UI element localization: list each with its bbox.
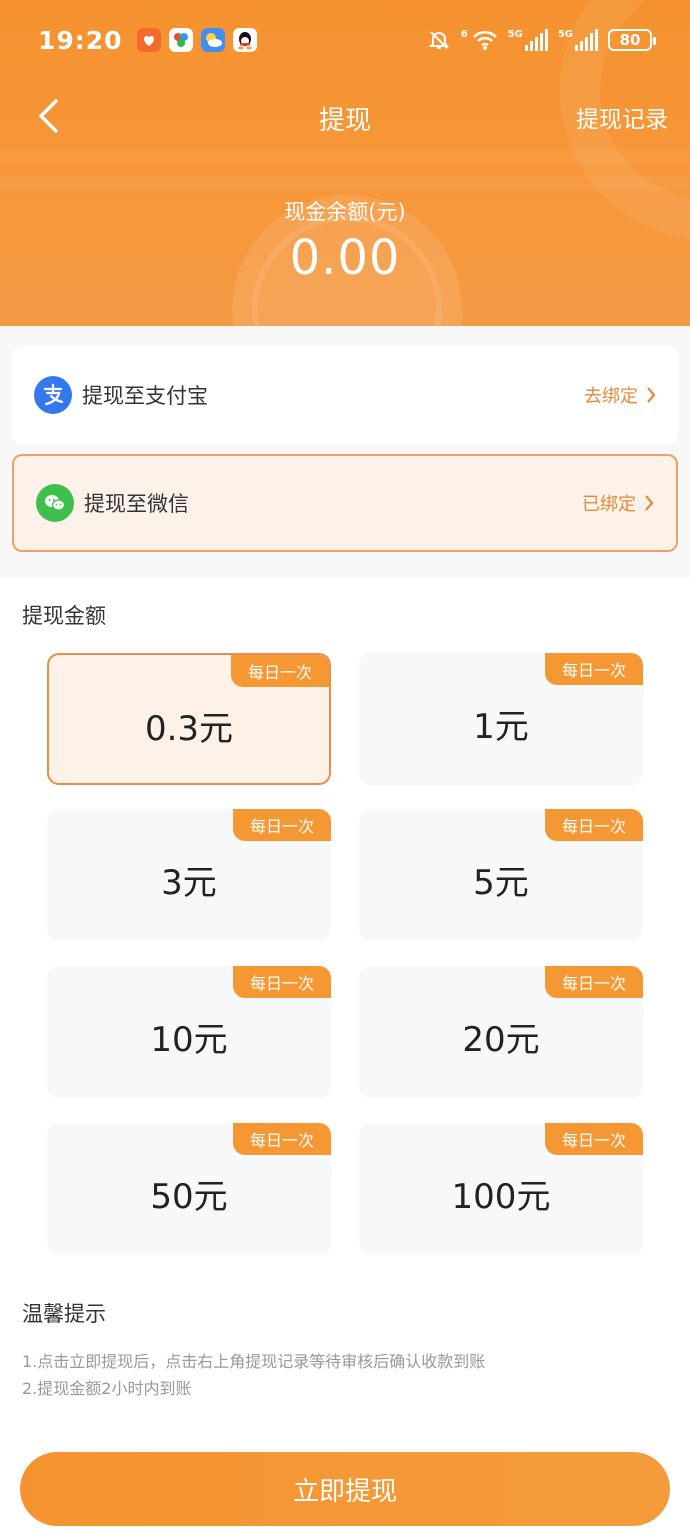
amount-option[interactable]: 每日一次 100元 — [359, 1123, 643, 1255]
amount-value: 20元 — [462, 1020, 540, 1060]
withdraw-record-link[interactable]: 提现记录 — [576, 100, 668, 134]
amount-value: 5元 — [473, 863, 529, 903]
daily-limit-badge: 每日一次 — [231, 655, 329, 687]
method-status: 去绑定 — [584, 382, 656, 408]
signal-group-2: 5G — [558, 29, 598, 51]
tip-line: 1.点击立即提现后，点击右上角提现记录等待审核后确认收款到账 — [22, 1352, 486, 1371]
status-time: 19:20 — [38, 25, 123, 55]
header-banner: 19:20 6 5G 5G 80 提现 提现记录 现金余额(元) 0.00 — [0, 0, 690, 326]
balance-label: 现金余额(元) — [284, 200, 406, 224]
method-label: 提现至微信 — [84, 492, 189, 516]
daily-limit-badge: 每日一次 — [545, 809, 643, 841]
amount-option[interactable]: 每日一次 50元 — [47, 1123, 331, 1255]
nav-bar: 提现 提现记录 — [0, 88, 690, 144]
chevron-right-icon — [645, 495, 654, 511]
network-label-2: 5G — [507, 29, 523, 40]
network-label-3: 5G — [557, 29, 573, 40]
wifi-icon — [472, 30, 497, 50]
status-app-icons — [136, 28, 257, 52]
amount-option[interactable]: 每日一次 5元 — [359, 809, 643, 941]
chevron-right-icon — [647, 387, 656, 403]
daily-limit-badge: 每日一次 — [545, 1123, 643, 1155]
amount-option[interactable]: 每日一次 20元 — [359, 966, 643, 1098]
balance-value: 0.00 — [289, 230, 401, 286]
daily-limit-badge: 每日一次 — [233, 1123, 331, 1155]
method-status: 已绑定 — [582, 490, 654, 516]
amount-option[interactable]: 每日一次 10元 — [47, 966, 331, 1098]
decor-band — [0, 176, 690, 190]
daily-limit-badge: 每日一次 — [233, 809, 331, 841]
amount-value: 50元 — [150, 1177, 228, 1217]
bell-muted-icon — [428, 31, 450, 49]
method-wechat[interactable]: 提现至微信 已绑定 — [12, 454, 678, 552]
signal-icon — [575, 29, 598, 51]
tips-title: 温馨提示 — [22, 1302, 106, 1326]
bind-status-text: 去绑定 — [584, 386, 638, 407]
signal-group-1: 5G — [508, 29, 548, 51]
wechat-icon — [36, 484, 74, 522]
amount-option[interactable]: 每日一次 1元 — [359, 653, 643, 785]
bind-status-text: 已绑定 — [582, 494, 636, 515]
amount-option[interactable]: 每日一次 3元 — [47, 809, 331, 941]
amount-section-title: 提现金额 — [22, 604, 106, 628]
method-alipay[interactable]: 提现至支付宝 去绑定 — [12, 346, 678, 444]
status-bar: 19:20 6 5G 5G 80 — [0, 0, 690, 80]
alipay-icon — [34, 376, 72, 414]
status-right-group: 6 5G 5G 80 — [427, 28, 656, 52]
weather-app-icon — [200, 28, 225, 52]
qq-app-icon — [232, 28, 257, 52]
amount-value: 1元 — [473, 707, 529, 747]
network-label-1: 6 — [460, 29, 468, 40]
wifi-group: 6 — [461, 29, 498, 51]
daily-limit-badge: 每日一次 — [545, 653, 643, 685]
amount-value: 10元 — [150, 1020, 228, 1060]
photos-app-icon — [168, 28, 193, 52]
daily-limit-badge: 每日一次 — [233, 966, 331, 998]
daily-limit-badge: 每日一次 — [545, 966, 643, 998]
withdraw-now-button[interactable]: 立即提现 — [20, 1452, 670, 1526]
method-label: 提现至支付宝 — [82, 384, 208, 408]
amount-value: 0.3元 — [144, 709, 234, 749]
tip-line: 2.提现金额2小时内到账 — [22, 1379, 192, 1398]
decor-band — [0, 150, 690, 164]
amount-value: 3元 — [161, 863, 217, 903]
withdraw-page: 19:20 6 5G 5G 80 提现 提现记录 现金余额(元) 0.00 提现… — [0, 0, 690, 1535]
amount-value: 100元 — [451, 1177, 551, 1217]
withdraw-methods: 提现至支付宝 去绑定 提现至微信 已绑定 — [0, 326, 690, 578]
battery-icon: 80 — [608, 29, 656, 51]
signal-icon — [524, 29, 548, 51]
weibo-app-icon — [136, 28, 161, 52]
amount-option[interactable]: 每日一次 0.3元 — [47, 653, 331, 785]
